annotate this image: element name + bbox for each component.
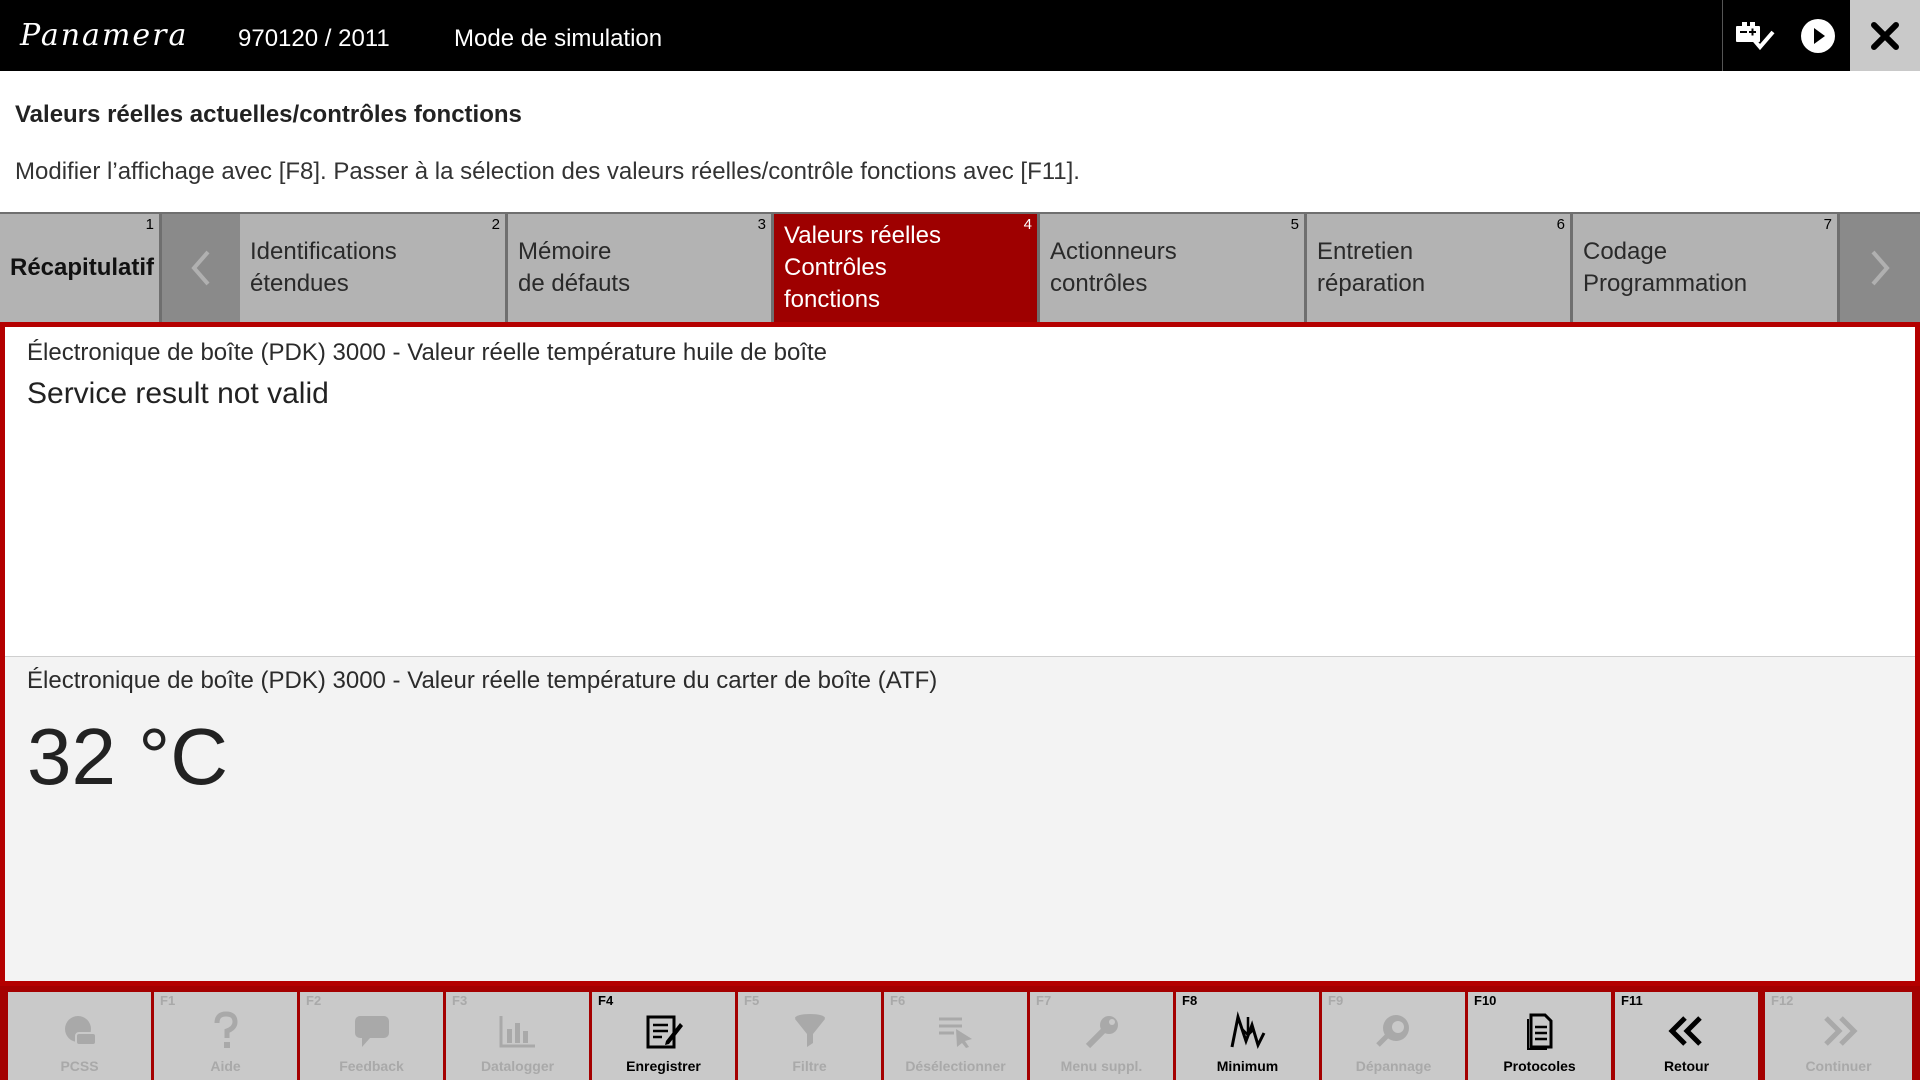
deselect-icon <box>884 1010 1027 1052</box>
tab-actuator-tests[interactable]: 5 Actionneurs contrôles <box>1040 212 1307 322</box>
protocols-button[interactable]: F10 Protocoles <box>1468 992 1611 1080</box>
continue-button[interactable]: F12 Continuer <box>1765 992 1912 1080</box>
value-label: Électronique de boîte (PDK) 3000 - Valeu… <box>27 667 938 694</box>
filter-icon <box>738 1010 881 1052</box>
tab-number: 1 <box>145 216 154 233</box>
feedback-icon <box>300 1010 443 1052</box>
tab-label: Mémoire de défauts <box>518 238 631 297</box>
save-icon <box>592 1010 735 1052</box>
tab-number: 3 <box>757 216 766 233</box>
title-bar: Panamera 970120 / 2011 Mode de simulatio… <box>0 0 1920 71</box>
actual-values-content: Électronique de boîte (PDK) 3000 - Valeu… <box>0 322 1920 986</box>
tab-label: Codage Programmation <box>1583 238 1748 297</box>
value-panel[interactable]: Électronique de boîte (PDK) 3000 - Valeu… <box>5 327 1915 657</box>
play-icon <box>1801 18 1835 53</box>
tab-label: Récapitulatif <box>10 254 155 281</box>
extra-menu-icon <box>1030 1010 1173 1052</box>
tab-extended-identifications[interactable]: 2 Identifications étendues <box>240 212 508 322</box>
page-hint: Modifier l’affichage avec [F8]. Passer à… <box>15 158 1080 185</box>
value-label: Électronique de boîte (PDK) 3000 - Valeu… <box>27 339 828 366</box>
chevron-right-icon <box>1871 250 1890 286</box>
tab-number: 7 <box>1823 216 1832 233</box>
minimum-button[interactable]: F8 Minimum <box>1176 992 1319 1080</box>
tab-label: Actionneurs contrôles <box>1050 238 1177 297</box>
tab-summary[interactable]: 1 Récapitulatif <box>0 212 162 322</box>
continue-icon <box>1765 1010 1912 1052</box>
close-button[interactable] <box>1850 0 1920 71</box>
vci-status-icon <box>1735 21 1775 50</box>
mode-label: Mode de simulation <box>454 25 663 52</box>
back-button[interactable]: F11 Retour <box>1615 992 1758 1080</box>
datalogger-button[interactable]: F3 Datalogger <box>446 992 589 1080</box>
pcss-icon <box>8 1010 151 1052</box>
page-title: Valeurs réelles actuelles/contrôles fonc… <box>15 101 522 128</box>
tab-coding[interactable]: 7 Codage Programmation <box>1573 212 1840 322</box>
vehicle-id: 970120 / 2011 <box>238 25 390 52</box>
back-icon <box>1615 1010 1758 1052</box>
tab-label: Valeurs réelles Contrôles fonctions <box>784 222 941 313</box>
protocols-icon <box>1468 1010 1611 1052</box>
tab-number: 2 <box>491 216 500 233</box>
tab-label: Identifications étendues <box>250 238 397 297</box>
chevron-left-icon <box>191 250 210 286</box>
value-panel[interactable]: Électronique de boîte (PDK) 3000 - Valeu… <box>5 657 1915 981</box>
tab-number: 6 <box>1556 216 1565 233</box>
tab-maintenance[interactable]: 6 Entretien réparation <box>1307 212 1573 322</box>
tab-label: Entretien réparation <box>1317 238 1426 297</box>
tab-bar: 1 Récapitulatif 2 Identifications étendu… <box>0 212 1920 322</box>
filter-button[interactable]: F5 Filtre <box>738 992 881 1080</box>
help-icon <box>154 1010 297 1052</box>
save-button[interactable]: F4 Enregistrer <box>592 992 735 1080</box>
vci-status-button[interactable] <box>1722 0 1786 71</box>
close-icon <box>1871 21 1899 50</box>
play-button[interactable] <box>1786 0 1850 71</box>
troubleshooting-button[interactable]: F9 Dépannage <box>1322 992 1465 1080</box>
help-button[interactable]: F1 Aide <box>154 992 297 1080</box>
tab-actual-values[interactable]: 4 Valeurs réelles Contrôles fonctions <box>774 212 1040 322</box>
extra-menu-button[interactable]: F7 Menu suppl. <box>1030 992 1173 1080</box>
troubleshooting-icon <box>1322 1010 1465 1052</box>
feedback-button[interactable]: F2 Feedback <box>300 992 443 1080</box>
tabs-next-button[interactable] <box>1840 212 1920 322</box>
tab-fault-memory[interactable]: 3 Mémoire de défauts <box>508 212 774 322</box>
value-readout: 32 °C <box>27 712 228 801</box>
tabs-prev-button[interactable] <box>162 212 240 322</box>
minimum-icon <box>1176 1010 1319 1052</box>
function-key-bar: PCSS F1 Aide F2 Feedback F3 Datalogger F… <box>0 986 1920 1080</box>
pcss-button[interactable]: PCSS <box>8 992 151 1080</box>
deselect-button[interactable]: F6 Désélectionner <box>884 992 1027 1080</box>
value-readout: Service result not valid <box>27 377 329 410</box>
brand-logo: Panamera <box>20 18 189 53</box>
tab-number: 5 <box>1290 216 1299 233</box>
tab-number: 4 <box>1023 216 1032 233</box>
datalogger-icon <box>446 1010 589 1052</box>
